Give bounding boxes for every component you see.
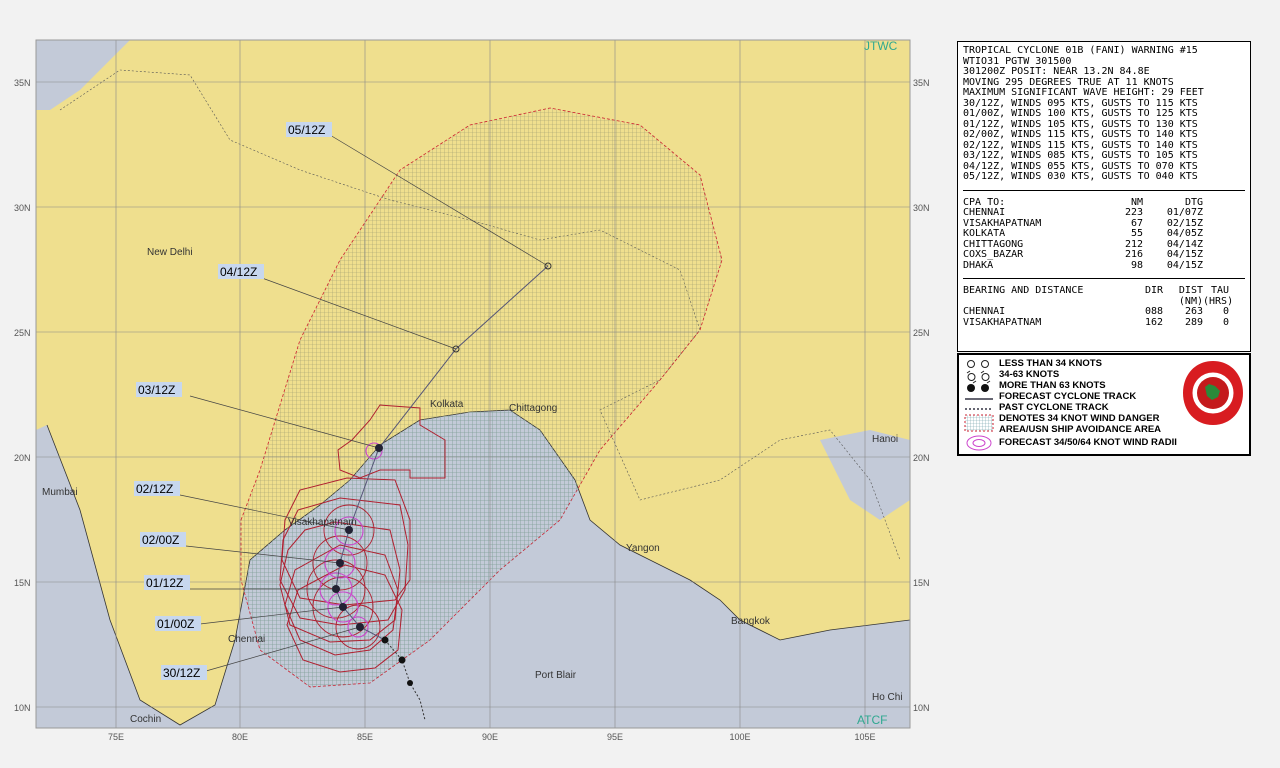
legend-item: FORECAST CYCLONE TRACK — [999, 391, 1137, 402]
svg-text:30N: 30N — [14, 203, 31, 213]
svg-text:80E: 80E — [232, 732, 248, 742]
svg-text:15N: 15N — [913, 578, 930, 588]
place-label: Visakhapatnam — [288, 517, 357, 528]
place-label: Kolkata — [430, 399, 464, 410]
place-label: Port Blair — [535, 670, 577, 681]
place-label: Cochin — [130, 714, 161, 725]
agency-label: JTWC — [864, 39, 898, 53]
legend-item: 34-63 KNOTS — [999, 369, 1060, 380]
legend-item: AREA/USN SHIP AVOIDANCE AREA — [999, 424, 1162, 435]
svg-text:95E: 95E — [607, 732, 623, 742]
less-than-34kt-icon — [967, 360, 975, 368]
legend-item: MORE THAN 63 KNOTS — [999, 380, 1106, 391]
svg-text:35N: 35N — [14, 78, 31, 88]
bearing-row: CHENNAI 088 263 0 — [963, 306, 1229, 317]
jtwc-seal-logo — [1183, 361, 1243, 425]
warning-line: TROPICAL CYCLONE 01B (FANI) WARNING #15 — [963, 45, 1198, 56]
svg-text:20N: 20N — [913, 453, 930, 463]
svg-text:20N: 20N — [14, 453, 31, 463]
svg-text:25N: 25N — [14, 328, 31, 338]
forecast-time-label: 02/12Z — [136, 482, 173, 496]
place-label: Yangon — [626, 543, 660, 554]
svg-text:35N: 35N — [913, 78, 930, 88]
forecast-time-label: 01/12Z — [146, 576, 183, 590]
svg-text:90E: 90E — [482, 732, 498, 742]
svg-text:25N: 25N — [913, 328, 930, 338]
svg-text:15N: 15N — [14, 578, 31, 588]
more-than-63kt-icon — [967, 384, 975, 392]
svg-text:10N: 10N — [14, 703, 31, 713]
bearing-row: VISAKHAPATNAM 162 289 0 — [963, 316, 1229, 328]
credit-label: ATCF — [857, 713, 887, 727]
legend-symbols — [964, 360, 994, 451]
svg-text:100E: 100E — [729, 732, 750, 742]
legend-item: PAST CYCLONE TRACK — [999, 402, 1109, 413]
divider — [963, 278, 1245, 279]
place-label: New Delhi — [147, 247, 193, 258]
warning-line: 301200Z POSIT: NEAR 13.2N 84.8E — [963, 66, 1150, 77]
cpa-row: CHENNAI 223 01/07Z — [963, 207, 1203, 218]
warning-line: MAXIMUM SIGNIFICANT WAVE HEIGHT: 29 FEET — [963, 87, 1204, 98]
svg-text:75E: 75E — [108, 732, 124, 742]
forecast-time-label: 04/12Z — [220, 265, 257, 279]
cpa-row: DHAKA 98 04/15Z — [963, 259, 1203, 271]
legend-panel: LESS THAN 34 KNOTS 34-63 KNOTS MORE THAN… — [957, 353, 1251, 456]
cpa-row: COXS_BAZAR 216 04/15Z — [963, 249, 1203, 260]
danger-area-icon — [964, 414, 994, 432]
place-label: Bangkok — [731, 616, 771, 627]
legend-item: DENOTES 34 KNOT WIND DANGER — [999, 413, 1160, 424]
bearing-header: BEARING AND DISTANCE DIR DIST TAU — [963, 285, 1229, 296]
forecast-time-label: 05/12Z — [288, 123, 325, 137]
svg-text:105E: 105E — [854, 732, 875, 742]
place-label: Ho Chi — [872, 692, 903, 703]
forecast-time-label: 01/00Z — [157, 617, 194, 631]
legend-item: LESS THAN 34 KNOTS — [999, 358, 1102, 369]
forecast-time-label: 30/12Z — [163, 666, 200, 680]
wind-radii-icon — [966, 435, 992, 451]
warning-line: 01/00Z, WINDS 100 KTS, GUSTS TO 125 KTS — [963, 108, 1198, 119]
cpa-row: KOLKATA 55 04/05Z — [963, 228, 1203, 239]
place-label: Mumbai — [42, 487, 78, 498]
warning-panel: TROPICAL CYCLONE 01B (FANI) WARNING #15 … — [957, 41, 1251, 352]
place-label: Chennai — [228, 634, 265, 645]
divider — [963, 189, 1245, 191]
warning-line: 03/12Z, WINDS 085 KTS, GUSTS TO 105 KTS — [963, 150, 1198, 161]
place-label: Hanoi — [872, 434, 898, 445]
warning-line: 02/00Z, WINDS 115 KTS, GUSTS TO 140 KTS — [963, 129, 1198, 140]
svg-text:85E: 85E — [357, 732, 373, 742]
legend-item: FORECAST 34/50/64 KNOT WIND RADII — [999, 437, 1177, 448]
forecast-time-label: 02/00Z — [142, 533, 179, 547]
34-63kt-icon — [966, 370, 977, 384]
warning-line: 05/12Z, WINDS 030 KTS, GUSTS TO 040 KTS — [963, 171, 1198, 182]
longitude-labels: 75E 80E 85E 90E 95E 100E 105E — [108, 732, 876, 742]
forecast-time-label: 03/12Z — [138, 383, 175, 397]
svg-text:10N: 10N — [913, 703, 930, 713]
place-label: Chittagong — [509, 403, 557, 414]
svg-text:30N: 30N — [913, 203, 930, 213]
